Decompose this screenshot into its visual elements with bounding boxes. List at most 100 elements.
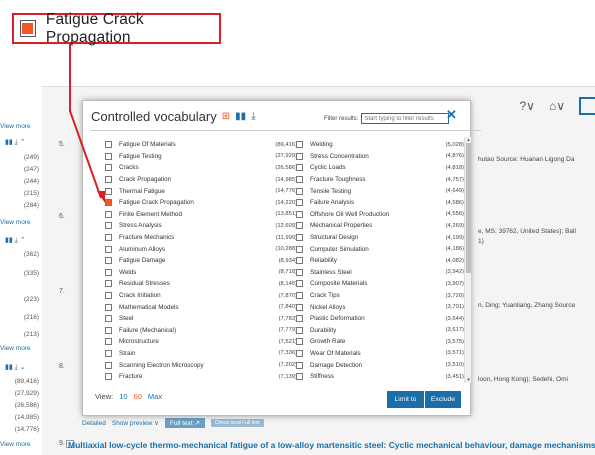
scroll-down-icon[interactable]: ▾	[465, 377, 472, 383]
term-checkbox[interactable]	[296, 303, 303, 311]
vocabulary-term-row[interactable]: Fatigue Damage (8,934)	[105, 255, 297, 267]
vocabulary-term-row[interactable]: Residual Stresses (8,145)	[105, 278, 297, 290]
view-more-link[interactable]: View more	[0, 345, 31, 352]
vocabulary-term-row[interactable]: Crack Tips (3,720)	[296, 290, 464, 302]
view-more-link[interactable]: View more	[0, 123, 31, 130]
term-checkbox[interactable]	[105, 268, 112, 276]
term-checkbox[interactable]	[296, 292, 303, 300]
check-local-button[interactable]: Check local Full text	[210, 419, 264, 427]
term-checkbox[interactable]	[105, 326, 112, 334]
vocabulary-term-row[interactable]: Computer Simulation (4,186)	[296, 243, 464, 255]
vocabulary-term-row[interactable]: Fracture (7,139)	[105, 371, 297, 383]
vocabulary-term-row[interactable]: Reliability (4,082)	[296, 255, 464, 267]
vocabulary-term-row[interactable]: Welding (5,028)	[296, 139, 464, 151]
term-checkbox[interactable]	[296, 338, 303, 346]
scrollbar-thumb[interactable]	[466, 143, 471, 273]
term-checkbox[interactable]	[296, 164, 303, 172]
vocabulary-term-row[interactable]: Crack Propagation (14,985)	[105, 174, 297, 186]
vocabulary-term-row[interactable]: Damage Detection (3,510)	[296, 359, 464, 371]
term-checkbox[interactable]	[296, 280, 303, 288]
vocabulary-term-row[interactable]: Tensile Testing (4,649)	[296, 185, 464, 197]
term-checkbox[interactable]	[105, 257, 112, 265]
term-checkbox[interactable]	[296, 187, 303, 195]
vocabulary-term-row[interactable]: Offshore Oil Well Production (4,556)	[296, 209, 464, 221]
vocabulary-term-row[interactable]: Plastic Deformation (3,644)	[296, 313, 464, 325]
vocabulary-term-row[interactable]: Aluminum Alloys (10,288)	[105, 243, 297, 255]
term-checkbox[interactable]	[296, 152, 303, 160]
vocabulary-term-row[interactable]: Durability (3,617)	[296, 325, 464, 337]
vocabulary-term-row[interactable]: Nickel Alloys (3,701)	[296, 301, 464, 313]
vocabulary-term-row[interactable]: Fracture Mechanics (11,999)	[105, 232, 297, 244]
term-checkbox[interactable]	[296, 268, 303, 276]
download-icon[interactable]: ⤓	[251, 111, 255, 122]
term-checkbox[interactable]	[105, 338, 112, 346]
vocabulary-term-row[interactable]: Microstructure (7,521)	[105, 336, 297, 348]
vocabulary-term-row[interactable]: Failure (Mechanical) (7,779)	[105, 325, 297, 337]
term-checkbox[interactable]	[105, 280, 112, 288]
vocabulary-term-row[interactable]: Fatigue Crack Propagation (14,220)	[105, 197, 297, 209]
help-menu-icon[interactable]: ?∨	[520, 99, 535, 113]
view-more-link[interactable]: View more	[0, 441, 31, 448]
facet-icons[interactable]: ▮▮ ⤓ ⌄	[5, 363, 26, 372]
term-checkbox[interactable]	[296, 349, 303, 357]
term-checkbox[interactable]	[296, 361, 303, 369]
vocabulary-term-row[interactable]: Cyclic Loads (4,818)	[296, 162, 464, 174]
result-title[interactable]: Multiaxial low-cycle thermo-mechanical f…	[68, 440, 595, 450]
term-checkbox[interactable]	[296, 315, 303, 323]
table-view-icon[interactable]: ⊞	[222, 111, 230, 122]
detailed-link[interactable]: Detailed	[82, 420, 106, 427]
facet-icons[interactable]: ▮▮ ⤓ ⌃	[5, 138, 26, 147]
vocabulary-term-row[interactable]: Finite Element Method (13,851)	[105, 209, 297, 221]
vocabulary-term-row[interactable]: Composite Materials (3,907)	[296, 278, 464, 290]
full-text-button[interactable]: Full text ↗	[164, 418, 205, 428]
vocabulary-term-row[interactable]: Stress Concentration (4,876)	[296, 151, 464, 163]
view-option-10[interactable]: 10	[119, 392, 127, 401]
term-checkbox[interactable]	[296, 257, 303, 265]
term-checkbox[interactable]	[296, 234, 303, 242]
filter-input[interactable]	[361, 113, 450, 124]
term-checkbox[interactable]	[105, 315, 112, 323]
vocabulary-term-row[interactable]: Wear Of Materials (3,571)	[296, 348, 464, 360]
library-menu-icon[interactable]: ⌂∨	[549, 99, 565, 113]
vocabulary-term-row[interactable]: Fracture Toughness (4,757)	[296, 174, 464, 186]
term-checkbox[interactable]	[296, 199, 303, 207]
term-checkbox[interactable]	[105, 303, 112, 311]
term-checkbox[interactable]	[296, 210, 303, 218]
vocabulary-term-row[interactable]: Stiffness (3,451)	[296, 371, 464, 383]
term-checkbox[interactable]	[105, 349, 112, 357]
vocabulary-term-row[interactable]: Stress Analysis (12,609)	[105, 220, 297, 232]
vocabulary-term-row[interactable]: Cracks (26,586)	[105, 162, 297, 174]
term-checkbox[interactable]	[105, 222, 112, 230]
term-checkbox[interactable]	[296, 176, 303, 184]
vocabulary-term-row[interactable]: Welds (8,718)	[105, 267, 297, 279]
term-checkbox[interactable]	[296, 373, 303, 381]
close-icon[interactable]: ✕	[446, 107, 457, 123]
vocabulary-term-row[interactable]: Growth Rate (3,575)	[296, 336, 464, 348]
vocabulary-term-row[interactable]: Mechanical Properties (4,269)	[296, 220, 464, 232]
vocabulary-term-row[interactable]: Steel (7,783)	[105, 313, 297, 325]
vocabulary-term-row[interactable]: Fatigue Testing (27,929)	[105, 151, 297, 163]
term-checkbox[interactable]	[296, 141, 303, 149]
term-checkbox[interactable]	[105, 292, 112, 300]
term-checkbox[interactable]	[296, 245, 303, 253]
vocabulary-term-row[interactable]: Crack Initiation (7,870)	[105, 290, 297, 302]
chart-icon[interactable]: ▮▮	[235, 111, 246, 122]
view-option-60[interactable]: 60	[134, 392, 142, 401]
vocabulary-term-row[interactable]: Failure Analysis (4,586)	[296, 197, 464, 209]
term-checkbox[interactable]	[296, 222, 303, 230]
term-checkbox[interactable]	[105, 210, 112, 218]
vocabulary-term-row[interactable]: Structural Design (4,199)	[296, 232, 464, 244]
limit-to-button[interactable]: Limit to	[387, 391, 424, 408]
vocabulary-term-row[interactable]: Strain (7,336)	[105, 348, 297, 360]
term-checkbox[interactable]	[105, 361, 112, 369]
view-more-link[interactable]: View more	[0, 219, 31, 226]
vocabulary-term-row[interactable]: Fatigue Of Materials (89,416)	[105, 139, 297, 151]
scrollbar[interactable]: ▴ ▾	[464, 137, 471, 383]
vocabulary-term-row[interactable]: Scanning Electron Microscopy (7,202)	[105, 359, 297, 371]
view-option-max[interactable]: Max	[148, 392, 162, 401]
term-checkbox[interactable]	[105, 245, 112, 253]
show-preview-link[interactable]: Show preview ∨	[112, 419, 159, 427]
vocabulary-term-row[interactable]: Mathematical Models (7,840)	[105, 301, 297, 313]
facet-icons[interactable]: ▮▮ ⤓ ⌃	[5, 236, 26, 245]
term-checkbox[interactable]	[105, 234, 112, 242]
